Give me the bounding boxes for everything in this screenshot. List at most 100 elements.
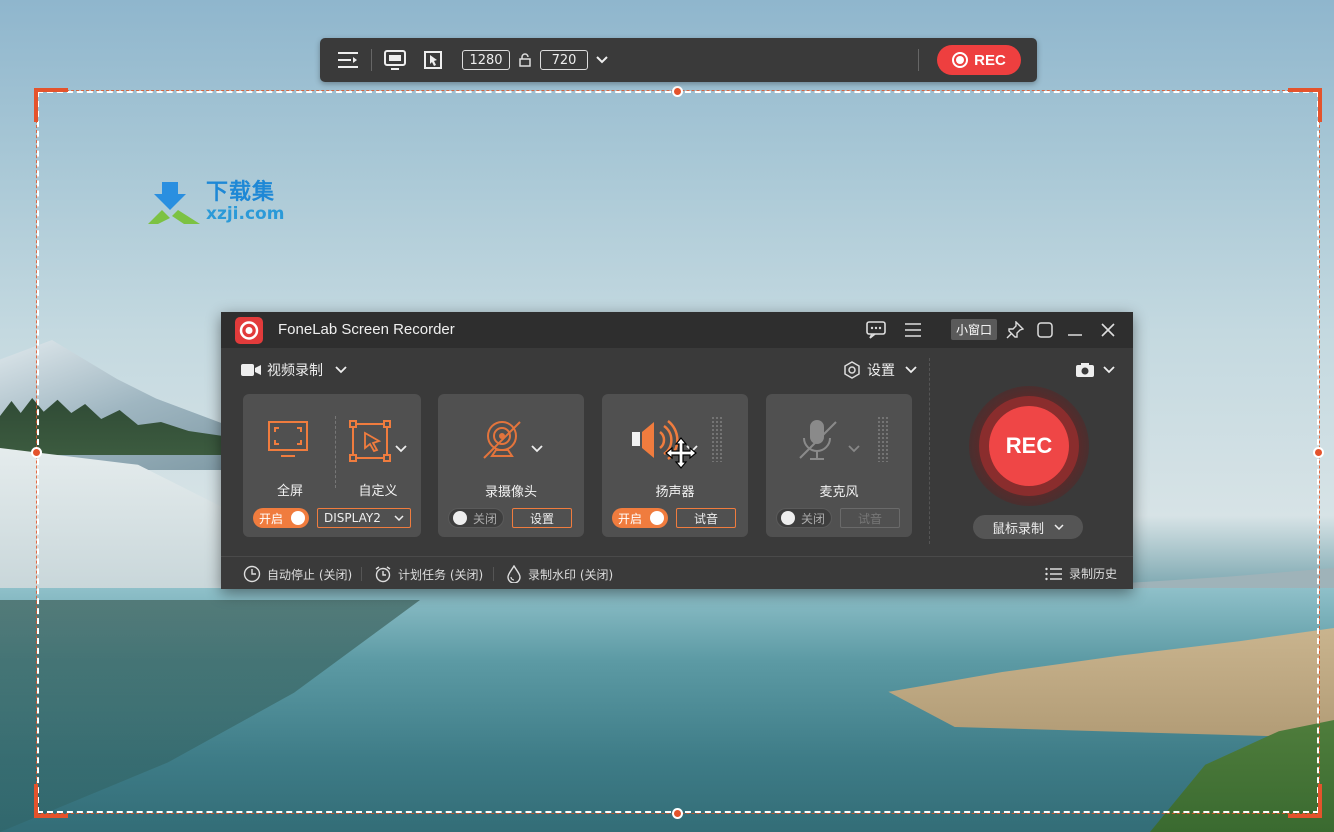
- display-toggle[interactable]: 开启: [253, 508, 309, 528]
- speaker-label: 扬声器: [655, 485, 695, 500]
- chevron-down-icon[interactable]: [848, 438, 860, 457]
- schedule-task-label: 计划任务 (关闭): [398, 567, 484, 582]
- mouse-record-dropdown[interactable]: 鼠标录制: [973, 515, 1083, 539]
- menu-icon[interactable]: [902, 319, 924, 341]
- recorder-window: FoneLab Screen Recorder 小窗口 视频录制 设置 全屏 自…: [221, 312, 1133, 589]
- chevron-down-icon: [1054, 524, 1064, 530]
- edge-handle-bottom[interactable]: [672, 808, 683, 819]
- fullscreen-label: 全屏: [276, 484, 303, 499]
- chevron-down-icon[interactable]: [592, 47, 612, 73]
- mode-selector[interactable]: 视频录制: [241, 360, 347, 380]
- height-input[interactable]: 720: [540, 50, 588, 70]
- rec-button[interactable]: REC: [989, 406, 1069, 486]
- corner-handle-top-left[interactable]: [34, 88, 68, 122]
- chevron-down-icon: [1103, 366, 1115, 374]
- custom-region-select-icon[interactable]: [349, 420, 393, 466]
- settings-hexagon-icon: [844, 361, 860, 379]
- toggle-knob: [453, 511, 467, 525]
- water-drop-icon: [507, 565, 521, 583]
- toggle-label: 开启: [259, 511, 284, 526]
- mic-volume-meter: [877, 416, 889, 462]
- close-icon[interactable]: [1097, 319, 1119, 341]
- settings-label: 设置: [867, 363, 895, 379]
- corner-handle-bottom-left[interactable]: [34, 784, 68, 818]
- camera-card: 录摄像头 关闭 设置: [438, 394, 584, 537]
- compact-view-icon[interactable]: [1034, 319, 1056, 341]
- display-select-value: DISPLAY2: [324, 511, 381, 525]
- width-input[interactable]: 1280: [462, 50, 510, 70]
- bottom-divider: [361, 567, 362, 581]
- panel-divider: [929, 358, 931, 544]
- alarm-clock-icon: [375, 566, 391, 583]
- mouse-record-label: 鼠标录制: [991, 521, 1044, 537]
- webcam-off-icon[interactable]: [482, 418, 526, 466]
- screenshot-dropdown[interactable]: [1075, 362, 1115, 378]
- speaker-test-button[interactable]: 试音: [676, 508, 736, 528]
- camera-settings-button[interactable]: 设置: [512, 508, 572, 528]
- lock-aspect-icon[interactable]: [516, 47, 534, 73]
- record-watermark-label: 录制水印 (关闭): [528, 567, 614, 582]
- toggle-label: 关闭: [801, 511, 826, 526]
- schedule-task-option[interactable]: 计划任务 (关闭): [374, 565, 483, 583]
- microphone-test-button[interactable]: 试音: [840, 508, 900, 528]
- corner-handle-top-right[interactable]: [1288, 88, 1322, 122]
- chevron-down-icon: [905, 366, 917, 374]
- microphone-toggle[interactable]: 关闭: [776, 508, 832, 528]
- settings-dropdown[interactable]: 设置: [843, 360, 917, 380]
- mode-label: 视频录制: [267, 363, 323, 379]
- toggle-knob: [650, 511, 664, 525]
- toggle-knob: [781, 511, 795, 525]
- region-toolbar: 1280 720: [320, 38, 1037, 82]
- camera-label: 录摄像头: [484, 485, 537, 500]
- mini-window-button[interactable]: 小窗口: [951, 319, 997, 340]
- feedback-icon[interactable]: [865, 319, 887, 341]
- app-logo-icon: [235, 317, 263, 344]
- toggle-knob: [291, 511, 305, 525]
- chevron-down-icon[interactable]: [395, 438, 407, 457]
- display-select[interactable]: DISPLAY2: [317, 508, 411, 528]
- list-icon: [1045, 567, 1062, 580]
- minimize-icon[interactable]: [1064, 319, 1086, 341]
- camera-icon: [1076, 363, 1094, 377]
- toolbar-rec-button[interactable]: REC: [937, 45, 1021, 75]
- edge-handle-left[interactable]: [31, 447, 42, 458]
- edge-handle-right[interactable]: [1313, 447, 1324, 458]
- fullscreen-icon[interactable]: [267, 420, 309, 464]
- record-watermark-option[interactable]: 录制水印 (关闭): [506, 565, 613, 583]
- microphone-off-icon[interactable]: [796, 418, 840, 466]
- record-history-label: 录制历史: [1069, 567, 1118, 581]
- move-cursor-icon: [664, 436, 698, 474]
- edge-handle-top[interactable]: [672, 86, 683, 97]
- custom-region-icon[interactable]: [420, 47, 446, 73]
- record-dot-icon: [952, 52, 969, 68]
- display-card: 全屏 自定义 开启 DISPLAY2: [243, 394, 421, 537]
- toolbar-divider: [918, 49, 919, 71]
- title-bar: FoneLab Screen Recorder 小窗口: [221, 312, 1133, 348]
- collapse-menu-icon[interactable]: [335, 47, 361, 73]
- app-title: FoneLab Screen Recorder: [278, 321, 455, 338]
- speaker-volume-meter: [711, 416, 723, 462]
- toggle-label: 开启: [618, 511, 643, 526]
- toolbar-divider: [371, 49, 372, 71]
- custom-label: 自定义: [358, 484, 398, 499]
- chevron-down-icon: [394, 515, 404, 521]
- rec-label: REC: [974, 51, 1006, 69]
- microphone-label: 麦克风: [819, 485, 859, 500]
- toggle-label: 关闭: [473, 511, 498, 526]
- bottom-bar: 自动停止 (关闭) 计划任务 (关闭) 录制水印 (关闭) 录制历史: [221, 556, 1133, 590]
- chevron-down-icon: [335, 366, 347, 374]
- corner-handle-bottom-right[interactable]: [1288, 784, 1322, 818]
- bottom-divider: [493, 567, 494, 581]
- video-camera-icon: [241, 364, 261, 376]
- pin-icon[interactable]: [1004, 319, 1026, 341]
- microphone-card: 麦克风 关闭 试音: [766, 394, 912, 537]
- record-history-option[interactable]: 录制历史: [1045, 565, 1117, 582]
- chevron-down-icon[interactable]: [531, 438, 543, 457]
- camera-toggle[interactable]: 关闭: [448, 508, 504, 528]
- speaker-toggle[interactable]: 开启: [612, 508, 668, 528]
- speaker-card: 扬声器 开启 试音: [602, 394, 748, 537]
- auto-stop-option[interactable]: 自动停止 (关闭): [243, 565, 352, 583]
- card-divider: [335, 416, 337, 488]
- clock-icon: [243, 565, 261, 583]
- fullscreen-region-icon[interactable]: [382, 47, 408, 73]
